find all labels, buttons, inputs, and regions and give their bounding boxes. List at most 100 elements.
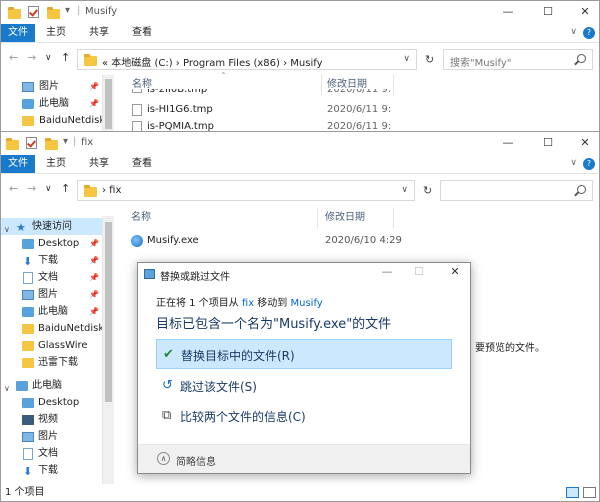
maximize-button[interactable]: ☐ xyxy=(528,132,568,154)
new-folder-icon[interactable] xyxy=(45,138,58,150)
nav-item-this-pc-root[interactable]: ∨ 此电脑 xyxy=(1,377,113,394)
title-separator: | xyxy=(77,5,81,16)
skip-option[interactable]: ↺ 跳过该文件(S) xyxy=(156,371,452,401)
pin-icon[interactable]: 📌 xyxy=(89,235,99,252)
search-placeholder: 搜索"Musify" xyxy=(450,58,512,69)
file-row[interactable]: Musify.exe 2020/6/10 4:29 xyxy=(131,232,431,249)
nav-item-pictures[interactable]: 图片 📌 xyxy=(1,286,113,303)
nav-item-quick-access[interactable]: ∨ ★ 快速访问 xyxy=(1,218,113,235)
pin-icon[interactable]: 📌 xyxy=(89,286,99,303)
tab-view[interactable]: 查看 xyxy=(129,155,155,173)
forward-button[interactable]: → xyxy=(27,182,36,195)
file-row[interactable]: is-HI1G6.tmp 2020/6/11 9: xyxy=(132,101,432,118)
column-header-name[interactable]: 名称 xyxy=(131,208,321,228)
ribbon-expand-icon[interactable]: ∨ xyxy=(570,27,577,37)
compare-option[interactable]: ⧉ 比较两个文件的信息(C) xyxy=(156,401,452,431)
large-icons-view-icon[interactable] xyxy=(583,487,596,498)
maximize-button[interactable]: ☐ xyxy=(528,1,568,23)
back-button[interactable]: ← xyxy=(9,182,18,195)
nav-item-documents[interactable]: 文档 xyxy=(1,445,113,462)
chevron-down-icon[interactable]: ∨ xyxy=(4,380,16,393)
column-divider[interactable] xyxy=(393,208,394,228)
source-folder-link[interactable]: fix xyxy=(242,298,254,309)
help-icon[interactable]: ? xyxy=(583,27,595,39)
dialog-close-button[interactable]: ✕ xyxy=(445,265,465,278)
properties-icon[interactable] xyxy=(28,6,39,18)
nav-item-baidunetdisk[interactable]: BaiduNetdiskD xyxy=(1,112,113,129)
status-bar: 1 个项目 xyxy=(1,484,599,501)
minimize-button[interactable]: — xyxy=(488,132,528,154)
tab-home[interactable]: 主页 xyxy=(43,24,69,42)
scrollbar-thumb[interactable] xyxy=(105,222,112,402)
new-folder-icon[interactable] xyxy=(47,7,60,19)
address-dropdown-icon[interactable]: ∨ xyxy=(403,54,410,64)
nav-item-this-pc[interactable]: 此电脑 📌 xyxy=(1,95,113,112)
column-divider[interactable] xyxy=(317,208,318,228)
pin-icon[interactable]: 📌 xyxy=(89,95,99,112)
nav-item-label: GlassWire xyxy=(38,340,88,351)
address-dropdown-icon[interactable]: ∨ xyxy=(401,185,408,195)
title-bar[interactable]: ▾ | fix — ☐ ✕ xyxy=(1,132,599,154)
back-button[interactable]: ← xyxy=(9,51,18,64)
destination-folder-link[interactable]: Musify xyxy=(290,298,322,309)
nav-item-videos[interactable]: 视频 xyxy=(1,411,113,428)
pin-icon[interactable]: 📌 xyxy=(89,269,99,286)
nav-item-documents[interactable]: 文档 📌 xyxy=(1,269,113,286)
tab-file[interactable]: 文件 xyxy=(1,24,35,42)
title-bar[interactable]: ▾ | Musify — ☐ ✕ xyxy=(1,1,599,23)
address-path[interactable]: › fix xyxy=(102,185,121,196)
help-icon[interactable]: ? xyxy=(583,158,595,170)
qa-dropdown-icon[interactable]: ▾ xyxy=(63,136,68,147)
details-view-icon[interactable] xyxy=(566,487,579,498)
nav-scrollbar[interactable] xyxy=(102,75,114,131)
up-button[interactable]: ↑ xyxy=(61,51,70,64)
minimize-button[interactable]: — xyxy=(488,1,528,23)
nav-item-baidunetdisk[interactable]: BaiduNetdiskD xyxy=(1,320,113,337)
refresh-icon[interactable]: ↻ xyxy=(425,53,434,66)
nav-scrollbar[interactable] xyxy=(102,216,114,486)
pin-icon[interactable]: 📌 xyxy=(89,303,99,320)
search-input[interactable] xyxy=(440,180,593,201)
recent-locations-button[interactable]: ∨ xyxy=(45,53,52,63)
address-path[interactable]: « 本地磁盘 (C:) › Program Files (x86) › Musi… xyxy=(102,54,323,69)
chevron-down-icon[interactable]: ∨ xyxy=(4,221,16,234)
computer-icon xyxy=(22,99,34,109)
tab-share[interactable]: 共享 xyxy=(86,155,112,173)
nav-item-desktop[interactable]: Desktop xyxy=(1,394,113,411)
file-row[interactable]: is-2II0B.tmp 2020/6/11 9: xyxy=(132,89,432,98)
file-row[interactable]: is-PQMIA.tmp 2020/6/11 9: xyxy=(132,118,432,131)
ribbon-expand-icon[interactable]: ∨ xyxy=(570,158,577,168)
nav-item-downloads[interactable]: ⬇ 下载 xyxy=(1,462,113,479)
fewer-details-button[interactable]: 简略信息 xyxy=(176,453,216,468)
chevron-up-icon[interactable]: ∧ xyxy=(157,452,170,465)
tab-home[interactable]: 主页 xyxy=(43,155,69,173)
up-button[interactable]: ↑ xyxy=(61,182,70,195)
desc-text: 移动到 xyxy=(254,298,291,309)
close-button[interactable]: ✕ xyxy=(565,132,599,154)
tab-share[interactable]: 共享 xyxy=(86,24,112,42)
refresh-icon[interactable]: ↻ xyxy=(423,184,432,197)
nav-item-glasswire[interactable]: GlassWire xyxy=(1,337,113,354)
nav-item-pictures[interactable]: 图片 xyxy=(1,428,113,445)
nav-item-pictures[interactable]: 图片 📌 xyxy=(1,78,113,95)
address-bar[interactable]: › fix ∨ xyxy=(77,180,415,201)
forward-button[interactable]: → xyxy=(27,51,36,64)
address-bar[interactable]: « 本地磁盘 (C:) › Program Files (x86) › Musi… xyxy=(77,49,417,70)
dialog-minimize-button[interactable]: — xyxy=(377,265,397,278)
nav-item-downloads[interactable]: ⬇ 下载 📌 xyxy=(1,252,113,269)
nav-item-desktop[interactable]: Desktop 📌 xyxy=(1,235,113,252)
star-icon: ★ xyxy=(16,221,26,234)
properties-icon[interactable] xyxy=(26,137,37,149)
nav-item-thunder-downloads[interactable]: 迅雷下载 xyxy=(1,354,113,371)
search-input[interactable]: 搜索"Musify" xyxy=(443,49,593,70)
nav-item-this-pc[interactable]: 此电脑 📌 xyxy=(1,303,113,320)
pin-icon[interactable]: 📌 xyxy=(89,252,99,269)
tab-file[interactable]: 文件 xyxy=(1,155,35,173)
recent-locations-button[interactable]: ∨ xyxy=(45,184,52,194)
scrollbar-thumb[interactable] xyxy=(105,79,112,129)
replace-option[interactable]: ✔ 替换目标中的文件(R) xyxy=(156,339,452,369)
qa-dropdown-icon[interactable]: ▾ xyxy=(65,5,70,16)
pin-icon[interactable]: 📌 xyxy=(89,78,99,95)
tab-view[interactable]: 查看 xyxy=(129,24,155,42)
close-button[interactable]: ✕ xyxy=(565,1,599,23)
